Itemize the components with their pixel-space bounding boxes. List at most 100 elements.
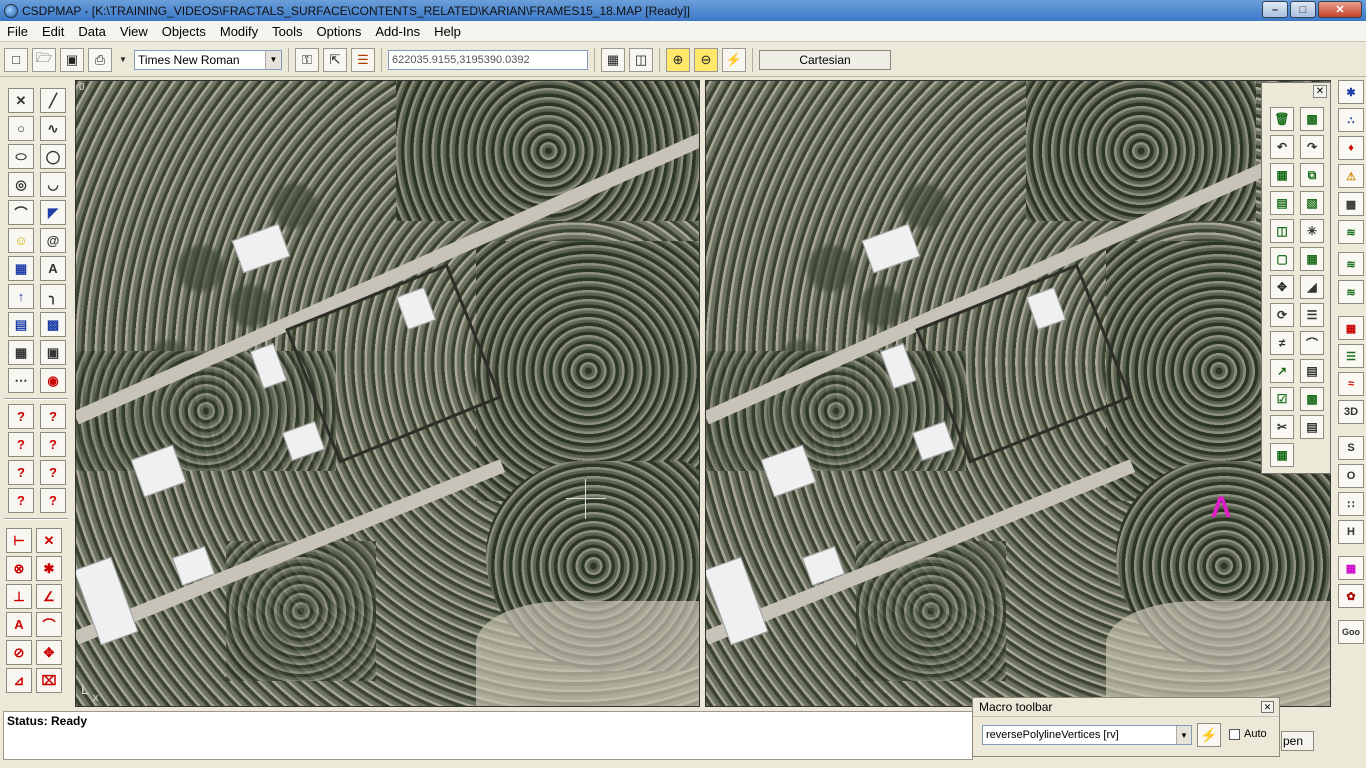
menu-view[interactable]: View <box>113 24 155 39</box>
slope-icon[interactable]: ◢ <box>1300 275 1324 299</box>
zoom-out-icon[interactable]: ⊖ <box>694 47 718 72</box>
o-button[interactable]: O <box>1338 464 1364 488</box>
lightning-icon[interactable]: ⚡ <box>722 47 746 72</box>
snap-center-icon[interactable]: ⊗ <box>6 556 32 581</box>
calculator-icon[interactable]: ▤ <box>1300 415 1324 439</box>
scale-icon[interactable]: ▦ <box>1270 163 1294 187</box>
grid-blocks-icon[interactable]: ▦ <box>1300 247 1324 271</box>
menu-data[interactable]: Data <box>71 24 112 39</box>
maximize-button[interactable]: □ <box>1290 1 1316 18</box>
array-icon[interactable]: ▧ <box>1300 191 1324 215</box>
palette-close-button[interactable]: ✕ <box>1313 85 1327 98</box>
s-button[interactable]: S <box>1338 436 1364 460</box>
shape-icon[interactable]: ♦ <box>1338 136 1364 160</box>
spiral-icon[interactable]: @ <box>40 228 66 253</box>
macro-close-button[interactable]: ✕ <box>1261 701 1274 713</box>
macro-select[interactable]: reversePolylineVertices [rv] ▼ <box>982 725 1192 745</box>
scissors-icon[interactable]: ✂ <box>1270 415 1294 439</box>
snap-endpoint-icon[interactable]: ⊢ <box>6 528 32 553</box>
snap-node-icon[interactable]: ✱ <box>36 556 62 581</box>
slope-map-icon[interactable]: ≋ <box>1338 280 1364 304</box>
zoom-in-icon[interactable]: ⊕ <box>666 47 690 72</box>
query-area-icon[interactable]: ? <box>8 432 34 457</box>
region-icon[interactable]: ✿ <box>1338 584 1364 608</box>
text-icon[interactable]: A <box>40 256 66 281</box>
redo-icon[interactable]: ↷ <box>1300 135 1324 159</box>
ring-icon[interactable]: ◎ <box>8 172 34 197</box>
run-macro-lightning-icon[interactable]: ⚡ <box>1197 723 1221 747</box>
menu-options[interactable]: Options <box>310 24 369 39</box>
query-point-icon[interactable]: ? <box>8 404 34 429</box>
arc-measure-icon[interactable]: ◤ <box>40 200 66 225</box>
axes-icon[interactable]: ⇱ <box>323 47 347 72</box>
query-circle-icon[interactable]: ? <box>8 460 34 485</box>
open-folder-icon[interactable]: 🗁 <box>32 47 56 72</box>
terrain-icon[interactable]: ≋ <box>1338 252 1364 276</box>
move-blocks-icon[interactable]: ▤ <box>1270 191 1294 215</box>
line-icon[interactable]: ╱ <box>40 88 66 113</box>
map-icon[interactable]: ▦ <box>8 256 34 281</box>
surface-icon[interactable]: ▦ <box>1338 316 1364 340</box>
query-db-icon[interactable]: ? <box>40 432 66 457</box>
snap-quadrant-icon[interactable]: ✥ <box>36 640 62 665</box>
new-file-icon[interactable]: □ <box>4 47 28 72</box>
chart-line-icon[interactable]: ≈ <box>1338 372 1364 396</box>
menu-file[interactable]: File <box>0 24 35 39</box>
snap-intersection-icon[interactable]: ✕ <box>36 528 62 553</box>
chevron-down-icon[interactable]: ▼ <box>1176 726 1191 744</box>
north-arrow-icon[interactable]: ↑ <box>8 284 34 309</box>
snap-off-icon[interactable]: ⌧ <box>36 668 62 693</box>
delete-icon[interactable]: 🗑 <box>1270 107 1294 131</box>
eraser-icon[interactable]: ▩ <box>1300 107 1324 131</box>
trim-icon[interactable]: ☑ <box>1270 387 1294 411</box>
image-icon[interactable]: ▣ <box>40 340 66 365</box>
snap-vertex-icon[interactable]: A <box>6 612 32 637</box>
scatter-icon[interactable]: ∴ <box>1338 108 1364 132</box>
move-icon[interactable]: ✥ <box>1270 275 1294 299</box>
target-icon[interactable]: ◉ <box>40 368 66 393</box>
print-icon[interactable]: ⎙ <box>88 47 112 72</box>
polyline-icon[interactable]: ∿ <box>40 116 66 141</box>
dotted-path-icon[interactable]: ⋯ <box>8 368 34 393</box>
save-icon[interactable]: ▣ <box>60 47 84 72</box>
menu-modify[interactable]: Modify <box>213 24 265 39</box>
menu-objects[interactable]: Objects <box>155 24 213 39</box>
google-icon[interactable]: Goo <box>1338 620 1364 644</box>
rotate-icon[interactable]: ⟳ <box>1270 303 1294 327</box>
snap-midpoint-icon[interactable]: ⊥ <box>6 584 32 609</box>
parallel-icon[interactable]: ≠ <box>1270 331 1294 355</box>
warning-icon[interactable]: ⚠ <box>1338 164 1364 188</box>
projection-label[interactable]: Cartesian <box>759 49 891 70</box>
chevron-down-icon[interactable]: ▼ <box>265 50 281 69</box>
mirror-icon[interactable]: ◫ <box>1270 219 1294 243</box>
offset-icon[interactable]: ☰ <box>1300 303 1324 327</box>
texture-icon[interactable]: ▩ <box>1338 192 1364 216</box>
auto-checkbox-group[interactable]: Auto <box>1229 728 1267 740</box>
h-button[interactable]: H <box>1338 520 1364 544</box>
query-intersect-icon[interactable]: ? <box>40 460 66 485</box>
minimize-button[interactable]: – <box>1262 1 1288 18</box>
color-palette-icon[interactable]: ▦ <box>1338 556 1364 580</box>
print-dropdown-icon[interactable]: ▼ <box>116 48 130 72</box>
hatch-icon[interactable]: ▩ <box>40 312 66 337</box>
query-line-icon[interactable]: ? <box>40 404 66 429</box>
copy-icon[interactable]: ⧉ <box>1300 163 1324 187</box>
snap-nearest-icon[interactable]: ⊘ <box>6 640 32 665</box>
arc-icon[interactable]: ◡ <box>40 172 66 197</box>
tile-view-icon[interactable]: ▦ <box>601 47 625 72</box>
pin-icon[interactable]: ╮ <box>40 284 66 309</box>
hatch-fill-icon[interactable]: ▩ <box>1300 387 1324 411</box>
menu-edit[interactable]: Edit <box>35 24 71 39</box>
curve-icon[interactable]: ⌒ <box>8 200 34 225</box>
split-view-icon[interactable]: ◫ <box>629 47 653 72</box>
document-icon[interactable]: ▤ <box>1300 359 1324 383</box>
smiley-icon[interactable]: ☺ <box>8 228 34 253</box>
contour-icon[interactable]: ≋ <box>1338 220 1364 244</box>
circle-quad-icon[interactable]: ◯ <box>40 144 66 169</box>
profile-icon[interactable]: ☰ <box>1338 344 1364 368</box>
undo-icon[interactable]: ↶ <box>1270 135 1294 159</box>
grid-3d-icon[interactable]: ▤ <box>8 312 34 337</box>
menu-tools[interactable]: Tools <box>265 24 309 39</box>
close-button[interactable]: ✕ <box>1318 1 1362 18</box>
snap-perpendicular-icon[interactable]: ⊿ <box>6 668 32 693</box>
